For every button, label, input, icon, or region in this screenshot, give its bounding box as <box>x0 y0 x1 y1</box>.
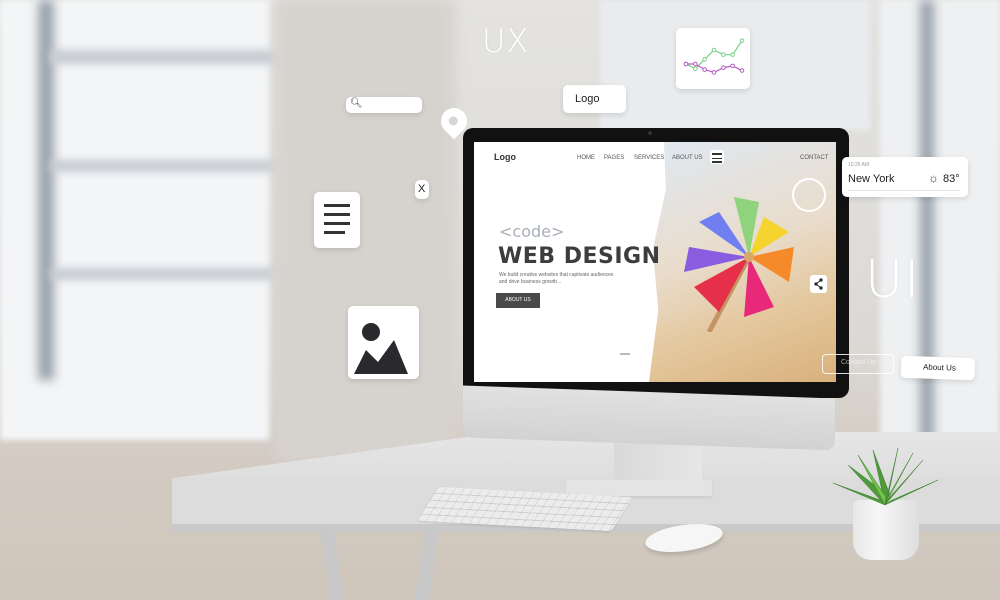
floating-logo-card[interactable]: Logo <box>563 85 626 113</box>
floating-image-card <box>348 306 419 379</box>
search-icon: 🔍︎ <box>350 98 363 109</box>
floating-close-card[interactable]: X <box>415 180 429 199</box>
chart-point-green-3 <box>711 47 717 53</box>
about-us-label: About Us <box>922 362 957 373</box>
ghost-button-label: Contact Us <box>841 359 876 366</box>
nav-services[interactable]: SERVICES <box>634 155 664 161</box>
chart-point-purple-2 <box>702 67 707 72</box>
nav-home[interactable]: HOME <box>577 155 595 161</box>
hero-eyebrow: <code> <box>499 222 565 241</box>
chart-point-green-5 <box>730 52 735 57</box>
about-us-cta-button[interactable]: ABOUT US <box>496 293 540 308</box>
floating-logo-text: Logo <box>575 93 600 105</box>
chart-point-purple-6 <box>739 68 745 73</box>
webcam <box>648 131 652 135</box>
plant-pot <box>853 500 919 560</box>
pinwheel-image <box>684 197 794 332</box>
chart-point-purple-3 <box>711 70 717 75</box>
close-icon: X <box>418 183 426 195</box>
window-pane-right <box>880 0 1000 480</box>
chart-point-purple-4 <box>721 65 726 71</box>
floating-document-card <box>314 192 360 248</box>
chart-point-purple-1 <box>693 61 698 67</box>
weather-temperature: 83° <box>943 173 960 185</box>
floating-about-us-button[interactable]: About Us <box>900 355 976 381</box>
decor-circle <box>792 178 826 212</box>
nav-pages[interactable]: PAGES <box>604 155 624 161</box>
share-icon[interactable] <box>810 275 827 293</box>
chart-point-green-6 <box>739 38 745 43</box>
chart-point-purple-5 <box>730 63 735 69</box>
pinwheel-center <box>744 252 754 262</box>
mini-line-chart <box>683 38 745 75</box>
ui-label: UI <box>865 250 921 310</box>
sun-icon: ☼ <box>928 171 939 185</box>
floating-search-bar[interactable]: 🔍︎ <box>346 97 422 113</box>
desk-leg-2 <box>415 530 439 600</box>
hero-title: WEB DESIGN <box>498 244 661 269</box>
desk-leg <box>320 530 344 600</box>
succulent-plant <box>832 447 939 506</box>
slider-dots[interactable] <box>620 353 630 355</box>
window-frame-right <box>920 0 934 470</box>
ux-label: UX <box>482 22 530 60</box>
window-frame-horizontal <box>50 50 275 64</box>
hero-description: We build creative websites that captivat… <box>499 272 614 285</box>
monitor-base <box>566 480 712 496</box>
chart-point-purple-0 <box>683 61 689 67</box>
window-frame-horizontal-3 <box>50 268 275 280</box>
image-placeholder-icon <box>354 323 408 374</box>
chart-point-green-1 <box>693 66 698 71</box>
wall-pillar <box>275 0 455 460</box>
window-frame-horizontal-2 <box>50 160 275 172</box>
nav-about-us[interactable]: ABOUT US <box>672 155 703 161</box>
floating-ghost-button[interactable]: Contact Us <box>822 354 894 374</box>
website-screen: Logo HOME PAGES SERVICES ABOUT US CONTAC… <box>474 142 836 382</box>
menu-icon[interactable] <box>710 150 724 164</box>
nav-contact[interactable]: CONTACT <box>800 155 829 161</box>
site-logo[interactable]: Logo <box>494 152 516 162</box>
weather-city: New York <box>848 173 895 185</box>
chart-point-green-4 <box>721 52 726 57</box>
floating-chart-card <box>676 28 750 89</box>
weather-widget: 10:25 AM New York ☼ 83° <box>842 157 968 197</box>
document-lines-icon <box>314 192 360 246</box>
weather-time: 10:25 AM <box>848 162 870 168</box>
chart-point-green-2 <box>702 57 707 62</box>
